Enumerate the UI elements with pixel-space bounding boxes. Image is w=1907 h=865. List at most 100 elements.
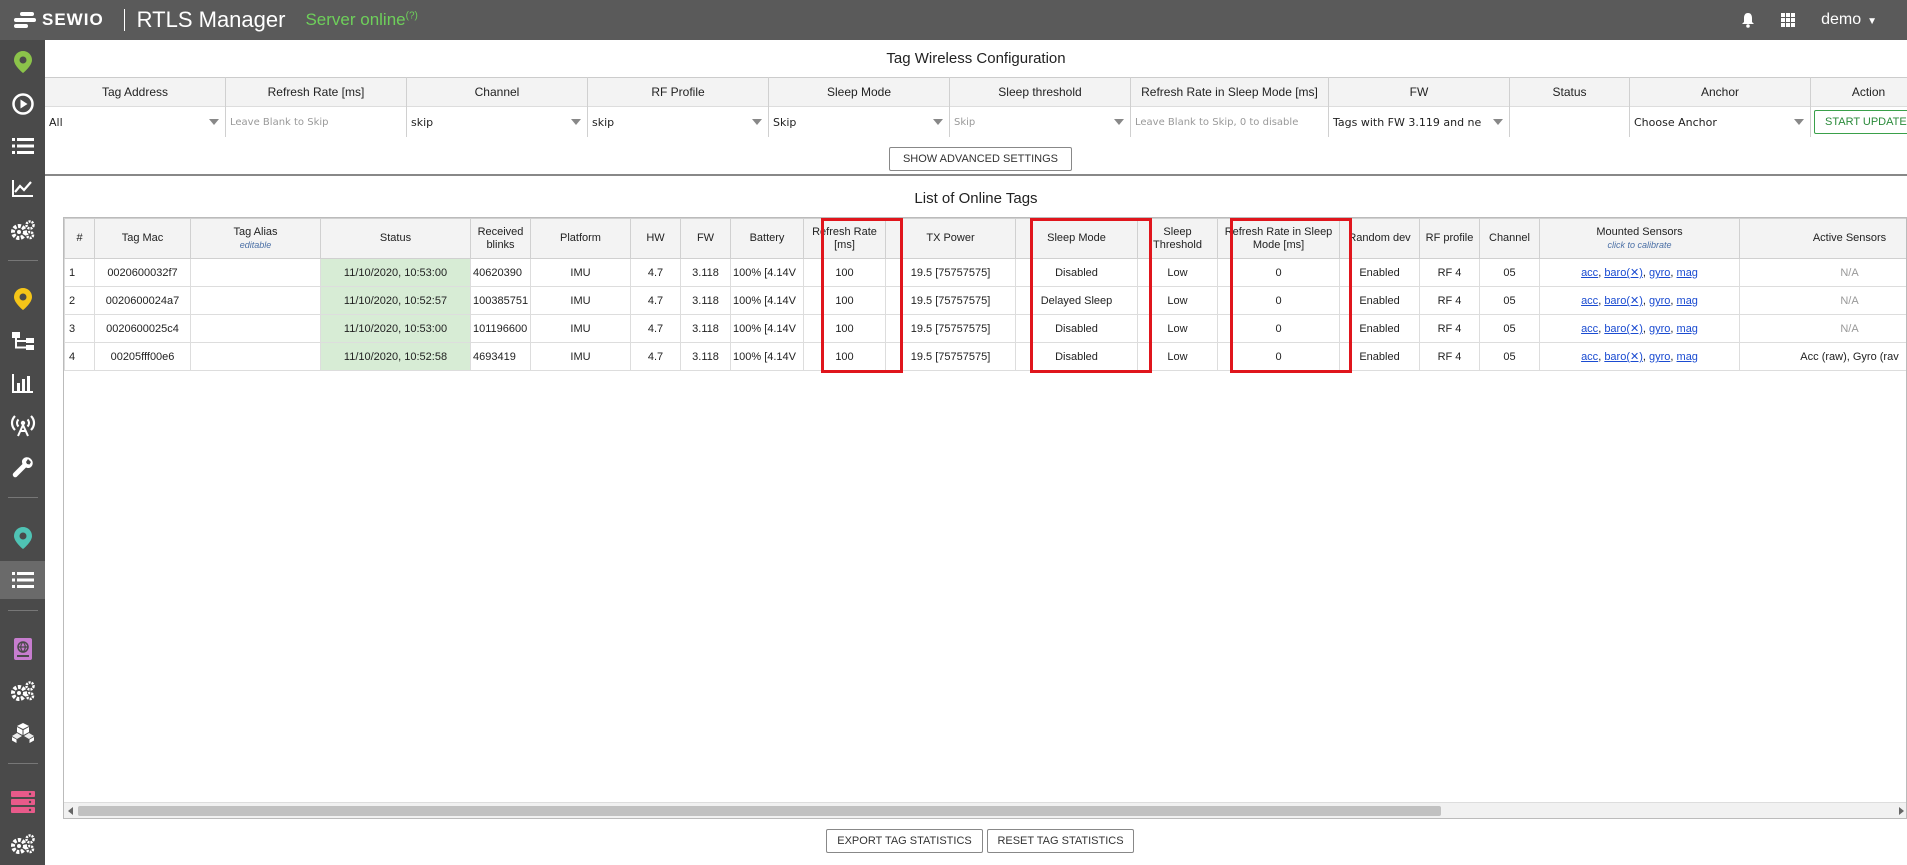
- cubes-icon: [11, 723, 34, 743]
- column-header[interactable]: Battery: [730, 218, 804, 259]
- column-header[interactable]: RF profile: [1419, 218, 1480, 259]
- config-column: Refresh Rate in Sleep Mode [ms] Leave Bla…: [1131, 77, 1329, 137]
- list-icon: [11, 138, 34, 154]
- column-header[interactable]: TX Power: [885, 218, 1016, 259]
- sensor-calibrate-link[interactable]: mag: [1677, 295, 1698, 307]
- column-header[interactable]: Refresh Rate [ms]: [803, 218, 886, 259]
- sidebar-divider: [8, 497, 38, 498]
- tag-alias-cell[interactable]: [190, 258, 321, 287]
- sidebar-item-list[interactable]: [0, 127, 45, 165]
- table-row[interactable]: 3 0020600025c4 11/10/2020, 10:53:00 1011966…: [64, 314, 1906, 343]
- config-value: Tags with FW 3.119 and ne: [1333, 115, 1482, 129]
- config-select[interactable]: skip: [588, 107, 768, 137]
- column-header[interactable]: Tag Alias editable: [190, 218, 321, 259]
- sidebar-item-anchors[interactable]: [0, 406, 45, 444]
- sidebar-item-settings[interactable]: [0, 211, 45, 249]
- table-row[interactable]: 1 0020600032f7 11/10/2020, 10:53:00 4062039…: [64, 258, 1906, 287]
- config-select[interactable]: All: [45, 107, 225, 137]
- map-pin-icon: [13, 51, 32, 73]
- sensor-calibrate-link[interactable]: mag: [1677, 323, 1698, 335]
- sensor-calibrate-link[interactable]: baro(✕): [1604, 351, 1643, 363]
- platform-cell: IMU: [530, 286, 631, 315]
- sidebar-item-network[interactable]: [0, 322, 45, 360]
- show-advanced-settings-button[interactable]: SHOW ADVANCED SETTINGS: [889, 147, 1072, 171]
- sensor-calibrate-link[interactable]: mag: [1677, 267, 1698, 279]
- sensor-calibrate-link[interactable]: baro(✕): [1604, 295, 1643, 307]
- config-select[interactable]: Skip: [769, 107, 949, 137]
- sensor-calibrate-link[interactable]: acc: [1581, 323, 1598, 335]
- table-row[interactable]: 2 0020600024a7 11/10/2020, 10:52:57 1003857…: [64, 286, 1906, 315]
- sidebar-item-system-settings[interactable]: [0, 672, 45, 710]
- config-input[interactable]: Leave Blank to Skip: [226, 107, 406, 137]
- sidebar-item-server-settings[interactable]: [0, 825, 45, 863]
- config-column: FW Tags with FW 3.119 and ne: [1329, 77, 1510, 137]
- config-input[interactable]: [1510, 107, 1629, 137]
- sensor-calibrate-link[interactable]: baro(✕): [1604, 323, 1643, 335]
- top-bar: SEWIO RTLS Manager Server online(?) demo…: [0, 0, 1907, 40]
- sidebar-item-map-config[interactable]: [0, 280, 45, 318]
- column-header[interactable]: Sleep Threshold: [1137, 218, 1218, 259]
- sensor-calibrate-link[interactable]: acc: [1581, 295, 1598, 307]
- bell-icon[interactable]: [1741, 12, 1755, 28]
- sidebar-item-documentation[interactable]: [0, 630, 45, 668]
- column-header-label: Channel: [1489, 232, 1530, 244]
- column-header[interactable]: Platform: [530, 218, 631, 259]
- column-header[interactable]: FW: [680, 218, 731, 259]
- logo[interactable]: SEWIO: [12, 0, 104, 40]
- sidebar-item-analytics[interactable]: [0, 169, 45, 207]
- sidebar-item-live-map[interactable]: [0, 43, 45, 81]
- fw-version-cell: 3.118: [680, 286, 731, 315]
- sidebar-item-tools[interactable]: [0, 448, 45, 486]
- start-update-button[interactable]: START UPDATE: [1814, 110, 1907, 134]
- sidebar-item-statistics[interactable]: [0, 364, 45, 402]
- user-menu[interactable]: demo ▼: [1821, 11, 1877, 29]
- sidebar-item-tag-list[interactable]: [0, 561, 45, 599]
- sensor-calibrate-link[interactable]: mag: [1677, 351, 1698, 363]
- sidebar-item-modules[interactable]: [0, 714, 45, 752]
- column-header[interactable]: Random dev: [1339, 218, 1420, 259]
- sensor-calibrate-link[interactable]: gyro: [1649, 323, 1670, 335]
- rf-profile-cell: RF 4: [1419, 314, 1480, 343]
- column-header[interactable]: Tag Mac: [94, 218, 191, 259]
- active-sensors-cell: N/A: [1739, 258, 1906, 287]
- sensor-calibrate-link[interactable]: gyro: [1649, 267, 1670, 279]
- sensor-calibrate-link[interactable]: gyro: [1649, 295, 1670, 307]
- config-select[interactable]: Choose Anchor: [1630, 107, 1810, 137]
- config-select[interactable]: Skip: [950, 107, 1130, 137]
- sidebar-item-server[interactable]: [0, 783, 45, 821]
- column-header[interactable]: Mounted Sensors click to calibrate: [1539, 218, 1740, 259]
- server-status-help[interactable]: (?): [406, 10, 418, 21]
- channel-cell: 05: [1479, 258, 1540, 287]
- sidebar-item-tag-map[interactable]: [0, 519, 45, 557]
- config-input[interactable]: Leave Blank to Skip, 0 to disable: [1131, 107, 1328, 137]
- column-header[interactable]: Channel: [1479, 218, 1540, 259]
- tag-alias-cell[interactable]: [190, 314, 321, 343]
- export-tag-statistics-button[interactable]: EXPORT TAG STATISTICS: [826, 829, 983, 853]
- tag-alias-cell[interactable]: [190, 286, 321, 315]
- column-header[interactable]: Received blinks: [470, 218, 531, 259]
- sensor-calibrate-link[interactable]: acc: [1581, 267, 1598, 279]
- column-header[interactable]: Sleep Mode: [1015, 218, 1138, 259]
- column-header[interactable]: Active Sensors: [1739, 218, 1906, 259]
- column-header[interactable]: Refresh Rate in Sleep Mode [ms]: [1217, 218, 1340, 259]
- tag-alias-cell[interactable]: [190, 342, 321, 371]
- column-header[interactable]: #: [64, 218, 95, 259]
- scroll-left-icon[interactable]: [68, 807, 73, 815]
- column-header[interactable]: Status: [320, 218, 471, 259]
- column-header[interactable]: HW: [630, 218, 681, 259]
- sidebar-item-player[interactable]: [0, 85, 45, 123]
- sensor-calibrate-link[interactable]: gyro: [1649, 351, 1670, 363]
- chevron-down-icon: [1794, 119, 1804, 125]
- table-row[interactable]: 4 00205fff00e6 11/10/2020, 10:52:58 4693419…: [64, 342, 1906, 371]
- scroll-right-icon[interactable]: [1899, 807, 1904, 815]
- horizontal-scrollbar[interactable]: [64, 802, 1906, 818]
- config-select[interactable]: Tags with FW 3.119 and ne: [1329, 107, 1509, 137]
- sensor-calibrate-link[interactable]: baro(✕): [1604, 267, 1643, 279]
- apps-grid-icon[interactable]: [1781, 13, 1796, 27]
- column-header-label: Status: [379, 232, 412, 244]
- reset-tag-statistics-button[interactable]: RESET TAG STATISTICS: [987, 829, 1134, 853]
- sensor-calibrate-link[interactable]: acc: [1581, 351, 1598, 363]
- config-select[interactable]: skip: [407, 107, 587, 137]
- server-status[interactable]: Server online(?): [305, 10, 417, 30]
- scrollbar-thumb[interactable]: [78, 806, 1441, 816]
